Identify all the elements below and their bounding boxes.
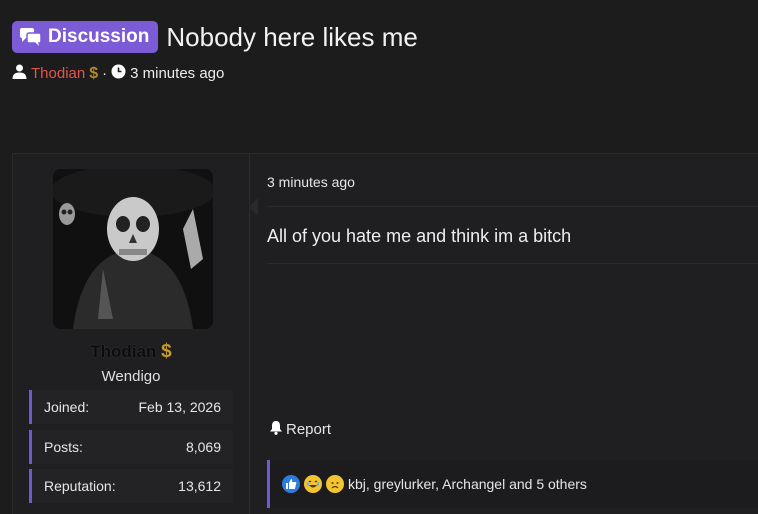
meta-separator: · xyxy=(102,65,108,82)
avatar[interactable] xyxy=(53,169,213,329)
post-time[interactable]: 3 minutes ago xyxy=(267,174,355,190)
stat-value: 8,069 xyxy=(185,439,221,455)
divider xyxy=(267,206,758,207)
stat-label: Reputation: xyxy=(44,478,116,494)
user-title: Wendigo xyxy=(101,368,161,385)
clock-icon xyxy=(111,64,126,83)
user-name[interactable]: Thodian $ xyxy=(13,341,249,363)
post-body: All of you hate me and think im a bitch xyxy=(267,226,572,246)
stat-value: 13,612 xyxy=(178,478,221,494)
thread-title: Nobody here likes me xyxy=(166,21,418,52)
user-icon xyxy=(12,64,27,83)
thread-time[interactable]: 3 minutes ago xyxy=(130,65,224,82)
divider xyxy=(267,263,758,264)
post-content: 3 minutes ago All of you hate me and thi… xyxy=(267,154,758,514)
user-panel: Thodian $ Wendigo Joined: Feb 13, 2026 P… xyxy=(13,154,250,514)
user-name-text: Thodian xyxy=(90,342,157,361)
post-arrow xyxy=(249,198,258,216)
like-icon[interactable] xyxy=(282,475,300,493)
stat-label: Joined: xyxy=(44,399,90,415)
author-link[interactable]: Thodian xyxy=(31,65,85,82)
report-label: Report xyxy=(286,421,332,438)
dollar-icon: $ xyxy=(161,341,172,362)
stat-value: Feb 13, 2026 xyxy=(138,399,221,415)
chat-bubbles-icon xyxy=(20,28,42,46)
thread-header: Discussion Nobody here likes me Thodian … xyxy=(12,20,758,83)
stat-reputation: Reputation: 13,612 xyxy=(29,469,233,503)
stat-posts: Posts: 8,069 xyxy=(29,430,233,464)
stat-label: Posts: xyxy=(44,439,83,455)
stat-joined: Joined: Feb 13, 2026 xyxy=(29,390,233,424)
post: Thodian $ Wendigo Joined: Feb 13, 2026 P… xyxy=(12,153,758,514)
bell-icon xyxy=(269,420,283,439)
title-row: Discussion Nobody here likes me xyxy=(12,20,758,54)
thread-meta: Thodian $ · 3 minutes ago xyxy=(12,64,758,83)
report-button[interactable]: Report xyxy=(269,420,331,439)
prefix-label: Discussion xyxy=(48,26,150,47)
reactions-bar[interactable]: kbj, greylurker, Archangel and 5 others xyxy=(267,460,758,508)
laugh-icon[interactable] xyxy=(304,475,322,493)
reactions-text[interactable]: kbj, greylurker, Archangel and 5 others xyxy=(348,476,587,492)
sad-icon[interactable] xyxy=(326,475,344,493)
prefix-badge[interactable]: Discussion xyxy=(12,21,159,53)
dollar-icon: $ xyxy=(89,64,99,82)
